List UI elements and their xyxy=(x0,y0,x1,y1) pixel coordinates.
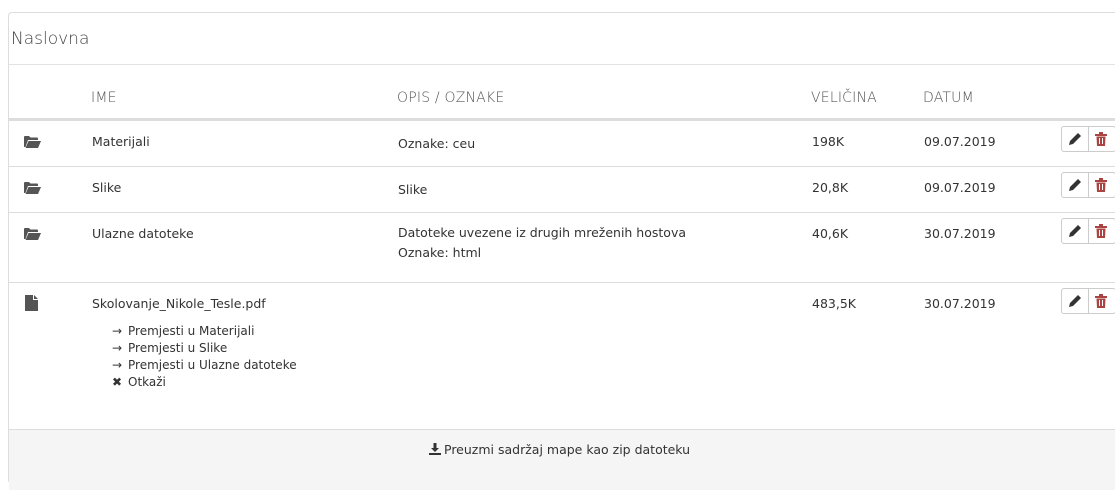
edit-button[interactable] xyxy=(1061,126,1089,152)
description-line: Slike xyxy=(398,182,428,197)
file-name-link[interactable]: Skolovanje_Nikole_Tesle.pdf xyxy=(92,296,266,311)
table-row: Skolovanje_Nikole_Tesle.pdf 483,5K 30.07… xyxy=(9,282,1115,430)
column-header-date: DATUM xyxy=(923,90,974,106)
arrow-right-icon: → xyxy=(112,324,123,338)
arrow-right-icon: → xyxy=(112,341,123,355)
row-date: 09.07.2019 xyxy=(924,134,996,149)
move-option-label: Premjesti u Materijali xyxy=(128,324,255,338)
folder-open-icon[interactable] xyxy=(24,226,42,244)
close-icon: ✖ xyxy=(112,375,123,389)
delete-button[interactable] xyxy=(1088,126,1115,152)
download-label: Preuzmi sadržaj mape kao zip datoteku xyxy=(444,442,691,457)
trash-icon xyxy=(1095,132,1107,146)
folder-name-link[interactable]: Materijali xyxy=(92,134,150,149)
download-icon xyxy=(429,443,441,455)
delete-button[interactable] xyxy=(1088,218,1115,244)
description-line: Oznake: ceu xyxy=(398,136,476,151)
row-date: 30.07.2019 xyxy=(924,296,996,311)
delete-button[interactable] xyxy=(1088,172,1115,198)
folder-open-icon[interactable] xyxy=(24,180,42,198)
row-size: 20,8K xyxy=(812,180,849,195)
move-option-label: Premjesti u Ulazne datoteke xyxy=(128,358,297,372)
trash-icon xyxy=(1095,224,1107,238)
download-zip-link[interactable]: Preuzmi sadržaj mape kao zip datoteku xyxy=(429,442,690,457)
row-size: 40,6K xyxy=(812,226,849,241)
file-icon[interactable] xyxy=(25,295,43,313)
table-row: Slike Slike 20,8K 09.07.2019 xyxy=(9,166,1115,213)
column-header-description: OPIS / OZNAKE xyxy=(397,90,505,106)
arrow-right-icon: → xyxy=(112,358,123,372)
page-title: Naslovna xyxy=(9,13,1115,65)
description-line: Datoteke uvezene iz drugih mreženih host… xyxy=(398,225,687,240)
delete-button[interactable] xyxy=(1088,288,1115,314)
row-description: Datoteke uvezene iz drugih mreženih host… xyxy=(398,223,686,263)
row-date: 30.07.2019 xyxy=(924,226,996,241)
row-description: Oznake: ceu xyxy=(398,134,475,154)
edit-button[interactable] xyxy=(1061,172,1089,198)
move-to-ulazne-datoteke-link[interactable]: → Premjesti u Ulazne datoteke xyxy=(112,357,297,374)
trash-icon xyxy=(1095,178,1107,192)
folder-open-icon[interactable] xyxy=(24,134,42,152)
pencil-icon xyxy=(1069,133,1081,145)
cancel-label: Otkaži xyxy=(128,375,166,389)
folder-name-link[interactable]: Slike xyxy=(92,180,121,195)
table-row: Materijali Oznake: ceu 198K 09.07.2019 xyxy=(9,120,1115,167)
pencil-icon xyxy=(1069,295,1081,307)
move-to-slike-link[interactable]: → Premjesti u Slike xyxy=(112,340,297,357)
row-description: Slike xyxy=(398,180,427,200)
trash-icon xyxy=(1095,294,1107,308)
edit-button[interactable] xyxy=(1061,218,1089,244)
table-row: Ulazne datoteke Datoteke uvezene iz drug… xyxy=(9,212,1115,283)
column-header-size: VELIČINA xyxy=(811,90,877,106)
pencil-icon xyxy=(1069,225,1081,237)
move-options: → Premjesti u Materijali → Premjesti u Sli… xyxy=(112,323,297,391)
column-header-name: IME xyxy=(91,90,117,106)
folder-panel: Naslovna IME OPIS / OZNAKE VELIČINA DATU… xyxy=(8,12,1115,490)
tags-line: Oznake: html xyxy=(398,245,482,260)
cancel-move-link[interactable]: ✖ Otkaži xyxy=(112,374,297,391)
row-size: 483,5K xyxy=(812,296,856,311)
move-to-materijali-link[interactable]: → Premjesti u Materijali xyxy=(112,323,297,340)
pencil-icon xyxy=(1069,179,1081,191)
row-size: 198K xyxy=(812,134,845,149)
move-option-label: Premjesti u Slike xyxy=(128,341,228,355)
folder-name-link[interactable]: Ulazne datoteke xyxy=(92,226,194,241)
edit-button[interactable] xyxy=(1061,288,1089,314)
panel-footer: Preuzmi sadržaj mape kao zip datoteku xyxy=(9,429,1115,490)
row-date: 09.07.2019 xyxy=(924,180,996,195)
